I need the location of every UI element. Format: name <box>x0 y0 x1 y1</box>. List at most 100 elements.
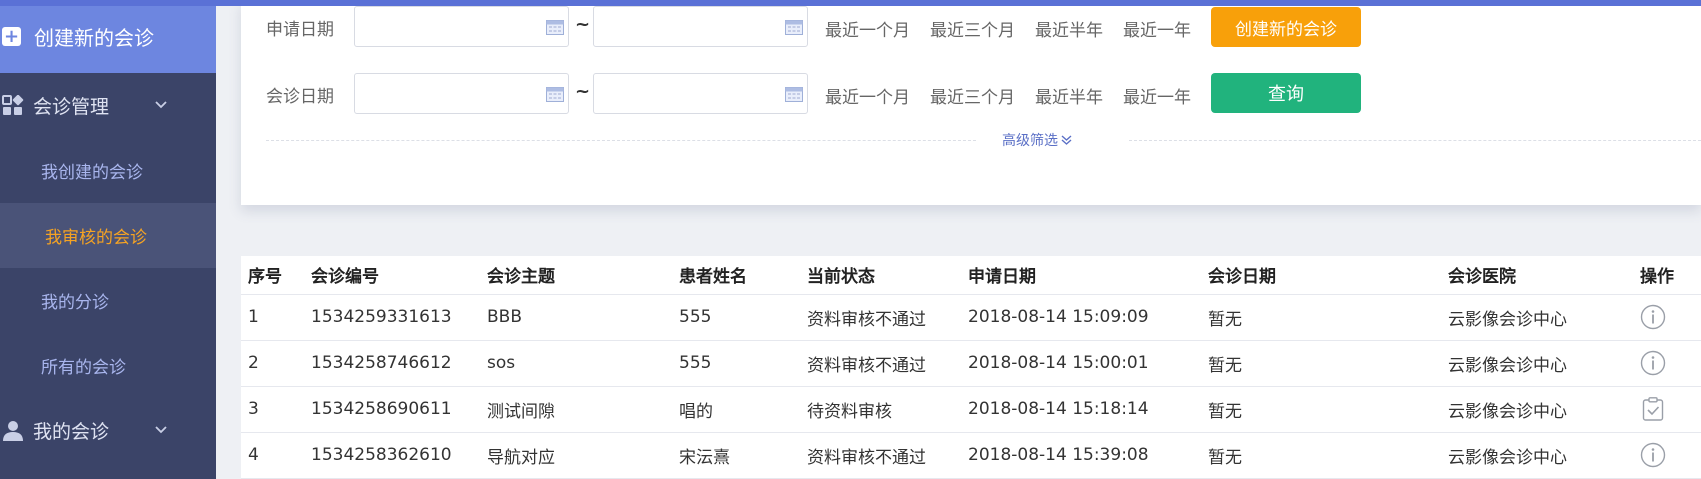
apply-quick-last-3-months[interactable]: 最近三个月 <box>930 16 1015 41</box>
cell-id: 1534258362610 <box>304 432 480 479</box>
consult-date-label: 会诊日期 <box>266 86 334 107</box>
column-header-id[interactable]: 会诊编号 <box>304 256 480 295</box>
cell-apply-date: 2018-08-14 15:18:14 <box>961 386 1201 433</box>
cell-index: 4 <box>241 432 304 479</box>
info-icon[interactable] <box>1640 304 1666 330</box>
sidebar-item-all-consultations[interactable]: 所有的会诊 <box>0 333 216 398</box>
calendar-icon[interactable] <box>785 19 803 35</box>
consult-quick-last-3-months[interactable]: 最近三个月 <box>930 83 1015 108</box>
table-row[interactable]: 4 1534258362610 导航对应 宋沄熹 资料审核不通过 2018-08… <box>241 432 1701 479</box>
column-header-patient[interactable]: 患者姓名 <box>672 256 800 295</box>
calendar-icon[interactable] <box>546 19 564 35</box>
cell-consult-date: 暂无 <box>1201 386 1441 433</box>
plus-icon: + <box>2 26 21 47</box>
consultation-table: 序号 会诊编号 会诊主题 患者姓名 当前状态 申请日期 会诊日期 会诊医院 操作… <box>241 256 1701 479</box>
cell-topic: 测试间隙 <box>480 386 672 433</box>
user-icon <box>3 420 23 441</box>
cell-status: 资料审核不通过 <box>800 340 961 387</box>
info-icon[interactable] <box>1640 350 1666 376</box>
create-consultation-button[interactable]: 创建新的会诊 <box>1211 7 1361 47</box>
table-row[interactable]: 1 1534259331613 BBB 555 资料审核不通过 2018-08-… <box>241 294 1701 341</box>
column-header-index[interactable]: 序号 <box>241 256 304 295</box>
cell-topic: BBB <box>480 294 672 341</box>
double-chevron-down-icon <box>1061 134 1072 145</box>
query-button[interactable]: 查询 <box>1211 73 1361 113</box>
sidebar-item-my-triage[interactable]: 我的分诊 <box>0 268 216 333</box>
column-header-consult-date[interactable]: 会诊日期 <box>1201 256 1441 295</box>
apply-date-row: 申请日期 ~ 最近一个月 最近三个月 最近半年 最近一年 创建新的会诊 <box>241 6 1701 48</box>
column-header-status[interactable]: 当前状态 <box>800 256 961 295</box>
cell-id: 1534259331613 <box>304 294 480 341</box>
apply-quick-last-year[interactable]: 最近一年 <box>1123 16 1191 41</box>
advanced-filter-label: 高级筛选 <box>1002 133 1058 149</box>
cell-id: 1534258746612 <box>304 340 480 387</box>
sidebar-group-label: 我的会诊 <box>33 421 110 443</box>
cell-status: 资料审核不通过 <box>800 294 961 341</box>
consult-date-start-input[interactable] <box>354 73 569 114</box>
cell-apply-date: 2018-08-14 15:00:01 <box>961 340 1201 387</box>
sidebar-item-my-created[interactable]: 我创建的会诊 <box>0 138 216 203</box>
cell-hospital: 云影像会诊中心 <box>1441 340 1633 387</box>
table-header-row: 序号 会诊编号 会诊主题 患者姓名 当前状态 申请日期 会诊日期 会诊医院 操作 <box>241 256 1701 295</box>
apply-date-label: 申请日期 <box>266 19 334 40</box>
consult-quick-last-half-year[interactable]: 最近半年 <box>1035 83 1103 108</box>
consult-quick-last-year[interactable]: 最近一年 <box>1123 83 1191 108</box>
cell-action <box>1633 294 1701 341</box>
cell-hospital: 云影像会诊中心 <box>1441 432 1633 479</box>
sidebar-create-consultation-button[interactable]: + 创建新的会诊 <box>0 0 216 73</box>
cell-hospital: 云影像会诊中心 <box>1441 294 1633 341</box>
table-row[interactable]: 3 1534258690611 测试间隙 唱的 待资料审核 2018-08-14… <box>241 386 1701 433</box>
column-header-action: 操作 <box>1633 256 1701 295</box>
sidebar-item-my-reviewed[interactable]: 我审核的会诊 <box>0 203 216 268</box>
consult-date-row: 会诊日期 ~ 最近一个月 最近三个月 最近半年 最近一年 查询 <box>241 73 1701 115</box>
cell-patient: 555 <box>672 294 800 341</box>
cell-id: 1534258690611 <box>304 386 480 433</box>
apply-date-start-input[interactable] <box>354 6 569 47</box>
sidebar-group-label: 会诊管理 <box>33 96 110 118</box>
cell-topic: 导航对应 <box>480 432 672 479</box>
cell-action <box>1633 386 1701 433</box>
cell-apply-date: 2018-08-14 15:39:08 <box>961 432 1201 479</box>
calendar-icon[interactable] <box>785 86 803 102</box>
column-header-hospital[interactable]: 会诊医院 <box>1441 256 1633 295</box>
cell-patient: 宋沄熹 <box>672 432 800 479</box>
cell-consult-date: 暂无 <box>1201 432 1441 479</box>
info-icon[interactable] <box>1640 442 1666 468</box>
apply-quick-last-half-year[interactable]: 最近半年 <box>1035 16 1103 41</box>
cell-consult-date: 暂无 <box>1201 340 1441 387</box>
cell-status: 资料审核不通过 <box>800 432 961 479</box>
sidebar: + 创建新的会诊 会诊管理 我创建的会诊 我审核的会诊 我的分诊 所有的会诊 我… <box>0 0 216 479</box>
filter-panel: 申请日期 ~ 最近一个月 最近三个月 最近半年 最近一年 创建新的会诊 会诊日期… <box>241 0 1701 205</box>
apply-date-end-input[interactable] <box>593 6 808 47</box>
column-header-topic[interactable]: 会诊主题 <box>480 256 672 295</box>
grid-icon <box>2 94 24 115</box>
sidebar-group-consultation-management[interactable]: 会诊管理 <box>0 73 216 138</box>
cell-index: 2 <box>241 340 304 387</box>
cell-hospital: 云影像会诊中心 <box>1441 386 1633 433</box>
calendar-icon[interactable] <box>546 86 564 102</box>
cell-action <box>1633 340 1701 387</box>
advanced-filter-toggle[interactable]: 高级筛选 <box>1002 130 1073 150</box>
range-separator: ~ <box>575 81 591 102</box>
cell-index: 1 <box>241 294 304 341</box>
cell-index: 3 <box>241 386 304 433</box>
cell-apply-date: 2018-08-14 15:09:09 <box>961 294 1201 341</box>
consult-date-end-input[interactable] <box>593 73 808 114</box>
range-separator: ~ <box>575 14 591 35</box>
apply-quick-last-month[interactable]: 最近一个月 <box>825 16 910 41</box>
clipboard-check-icon[interactable] <box>1640 396 1666 422</box>
cell-action <box>1633 432 1701 479</box>
chevron-down-icon <box>155 426 167 434</box>
column-header-apply-date[interactable]: 申请日期 <box>961 256 1201 295</box>
top-accent-bar <box>0 0 1701 6</box>
cell-consult-date: 暂无 <box>1201 294 1441 341</box>
sidebar-create-label: 创建新的会诊 <box>34 26 154 50</box>
table-row[interactable]: 2 1534258746612 sos 555 资料审核不通过 2018-08-… <box>241 340 1701 387</box>
divider-left <box>266 140 976 141</box>
divider-right <box>1129 140 1701 141</box>
cell-topic: sos <box>480 340 672 387</box>
sidebar-group-my-consultations[interactable]: 我的会诊 <box>0 398 216 463</box>
cell-status: 待资料审核 <box>800 386 961 433</box>
consult-quick-last-month[interactable]: 最近一个月 <box>825 83 910 108</box>
cell-patient: 唱的 <box>672 386 800 433</box>
